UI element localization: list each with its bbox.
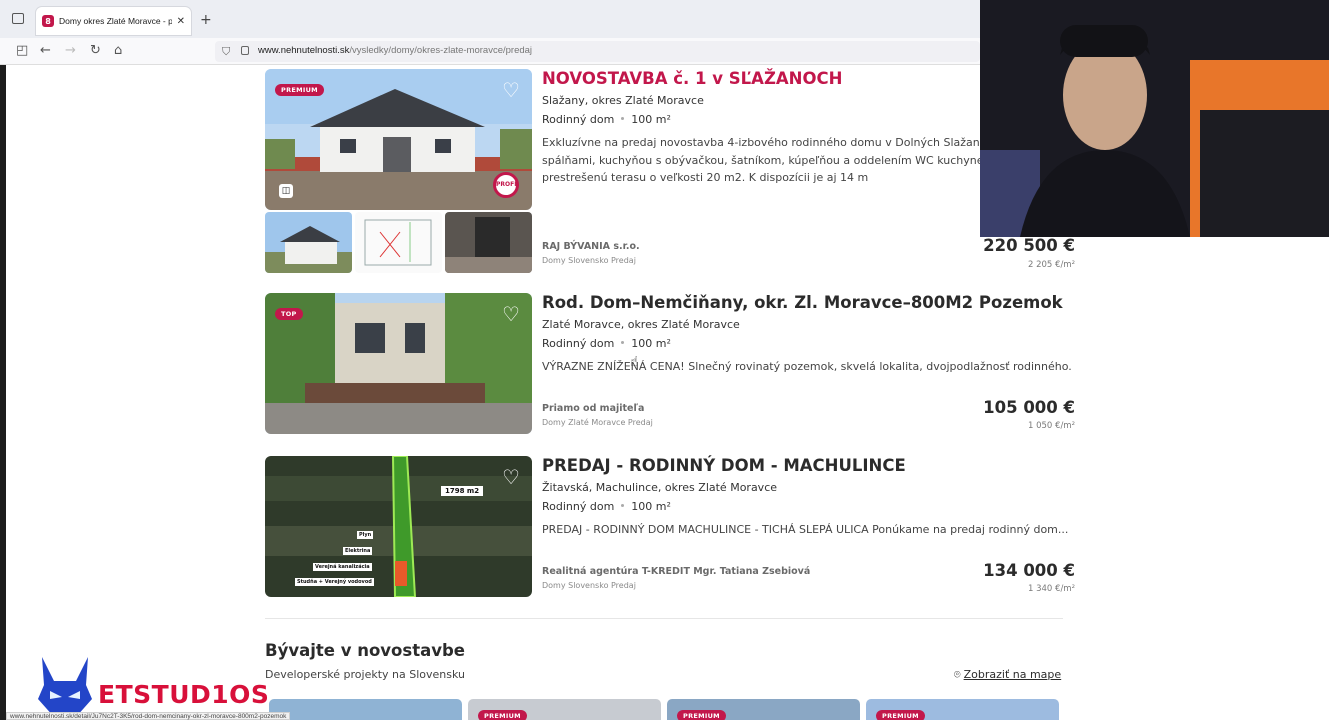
browser-nav-bar: ◰ ← → ↻ ⌂ ⛉ www.nehnutelnosti.sk/vysledk… bbox=[0, 38, 980, 65]
listing-agency-sub: Domy Slovensko Predaj bbox=[542, 581, 636, 590]
hand-cursor-icon: ☝ bbox=[630, 354, 639, 370]
forward-arrow-icon[interactable]: → bbox=[65, 42, 76, 60]
listing-meta: Rodinný dom 100 m² bbox=[542, 337, 671, 350]
listing-description: VÝRAZNE ZNÍŽENÁ CENA! Slnečný rovinatý p… bbox=[542, 360, 1072, 373]
utility-label: Verejná kanalizácia bbox=[313, 563, 372, 571]
devil-logo-icon bbox=[38, 657, 92, 717]
top-badge: TOP bbox=[275, 308, 303, 320]
premium-badge: PREMIUM bbox=[876, 710, 925, 720]
listing-card[interactable]: PREMIUM ♡ ◫ PROFI NOVOSTAVBA č. 1 v SĽAŽ… bbox=[265, 69, 1075, 274]
site-favicon-icon: 8 bbox=[42, 15, 54, 27]
gallery-icon[interactable]: ◫ bbox=[279, 184, 293, 198]
listing-description: PREDAJ - RODINNÝ DOM MACHULINCE - TICHÁ … bbox=[542, 523, 1069, 536]
section-subtitle: Developerské projekty na Slovensku bbox=[265, 668, 466, 681]
listing-agency-sub: Domy Slovensko Predaj bbox=[542, 256, 636, 265]
status-bar-url: www.nehnutelnosti.sk/detail/Ju7Nc2T-3K5/… bbox=[6, 712, 291, 720]
favorite-heart-icon[interactable]: ♡ bbox=[500, 303, 522, 325]
sidebar-toggle-icon[interactable]: ◰ bbox=[16, 42, 28, 60]
url-text[interactable]: www.nehnutelnosti.sk/vysledky/domy/okres… bbox=[258, 45, 532, 56]
project-card[interactable] bbox=[269, 699, 462, 720]
utility-label: Elektrina bbox=[343, 547, 373, 555]
map-pin-icon: ⌾ bbox=[954, 668, 961, 681]
project-card[interactable]: PREMIUM bbox=[866, 699, 1059, 720]
premium-badge: PREMIUM bbox=[478, 710, 527, 720]
listing-thumbnail[interactable] bbox=[445, 212, 532, 273]
listing-location: Slažany, okres Zlaté Moravce bbox=[542, 94, 704, 107]
lock-icon[interactable] bbox=[241, 46, 249, 55]
section-divider bbox=[265, 618, 1063, 619]
listing-card[interactable]: TOP ♡ Rod. Dom–Nemčiňany, okr. Zl. Morav… bbox=[265, 293, 1075, 434]
listing-location: Žitavská, Machulince, okres Zlaté Moravc… bbox=[542, 481, 778, 494]
url-bar[interactable]: ⛉ www.nehnutelnosti.sk/vysledky/domy/okr… bbox=[215, 41, 980, 62]
listing-photo[interactable]: 1798 m2 Plyn Elektrina Verejná kanalizác… bbox=[265, 456, 532, 597]
listing-price: 134 000 € bbox=[983, 561, 1075, 580]
premium-badge: PREMIUM bbox=[677, 710, 726, 720]
listing-title[interactable]: NOVOSTAVBA č. 1 v SĽAŽANOCH bbox=[542, 69, 842, 88]
webcam-overlay bbox=[980, 0, 1329, 237]
listing-title[interactable]: Rod. Dom–Nemčiňany, okr. Zl. Moravce–800… bbox=[542, 293, 1063, 312]
project-card[interactable]: PREMIUM bbox=[667, 699, 860, 720]
utility-label: Plyn bbox=[357, 531, 374, 539]
listing-meta: Rodinný dom 100 m² bbox=[542, 500, 671, 513]
favorite-heart-icon[interactable]: ♡ bbox=[500, 466, 522, 488]
listing-title[interactable]: PREDAJ - RODINNÝ DOM - MACHULINCE bbox=[542, 456, 906, 475]
profi-seal-icon: PROFI bbox=[493, 172, 519, 198]
listing-thumbnail[interactable] bbox=[355, 212, 442, 273]
listing-agency[interactable]: Priamo od majiteľa bbox=[542, 403, 644, 414]
show-on-map-link[interactable]: ⌾ Zobraziť na mape bbox=[954, 668, 1061, 682]
home-icon[interactable]: ⌂ bbox=[114, 42, 122, 60]
tab-title: Domy okres Zlaté Moravce - pc bbox=[59, 16, 172, 26]
listing-thumbnail[interactable] bbox=[265, 212, 352, 273]
premium-badge: PREMIUM bbox=[275, 84, 324, 96]
close-icon[interactable]: ✕ bbox=[177, 16, 185, 27]
listing-location: Zlaté Moravce, okres Zlaté Moravce bbox=[542, 318, 740, 331]
project-card[interactable]: PREMIUM bbox=[468, 699, 661, 720]
back-arrow-icon[interactable]: ← bbox=[40, 42, 51, 60]
listing-price-per-m2: 1 050 €/m² bbox=[1028, 421, 1075, 431]
listing-agency[interactable]: Realitná agentúra T-KREDIT Mgr. Tatiana … bbox=[542, 566, 810, 577]
listing-agency-sub: Domy Zlaté Moravce Predaj bbox=[542, 418, 653, 427]
listing-price: 220 500 € bbox=[983, 236, 1075, 255]
browser-tab-active[interactable]: 8 Domy okres Zlaté Moravce - pc ✕ bbox=[36, 7, 191, 35]
plot-area-label: 1798 m2 bbox=[441, 486, 484, 496]
shield-icon[interactable]: ⛉ bbox=[222, 45, 230, 59]
listing-price: 105 000 € bbox=[983, 398, 1075, 417]
listing-meta: Rodinný dom 100 m² bbox=[542, 113, 671, 126]
favorite-heart-icon[interactable]: ♡ bbox=[500, 79, 522, 101]
utility-label: Studňa + Verejný vodovod bbox=[295, 578, 374, 586]
window-left-edge bbox=[0, 65, 6, 720]
watermark-text: ETSTUD1OS bbox=[98, 680, 270, 709]
listing-photo[interactable]: TOP ♡ bbox=[265, 293, 532, 434]
listing-price-per-m2: 1 340 €/m² bbox=[1028, 584, 1075, 594]
listing-price-per-m2: 2 205 €/m² bbox=[1028, 260, 1075, 270]
listing-card[interactable]: 1798 m2 Plyn Elektrina Verejná kanalizác… bbox=[265, 456, 1075, 597]
section-title: Bývajte v novostavbe bbox=[265, 641, 465, 660]
listing-agency[interactable]: RAJ BÝVANIA s.r.o. bbox=[542, 241, 640, 252]
reload-icon[interactable]: ↻ bbox=[90, 42, 101, 60]
tab-list-icon[interactable] bbox=[12, 13, 24, 24]
listing-photo[interactable]: PREMIUM ♡ ◫ PROFI bbox=[265, 69, 532, 210]
new-tab-icon[interactable]: + bbox=[200, 12, 212, 28]
